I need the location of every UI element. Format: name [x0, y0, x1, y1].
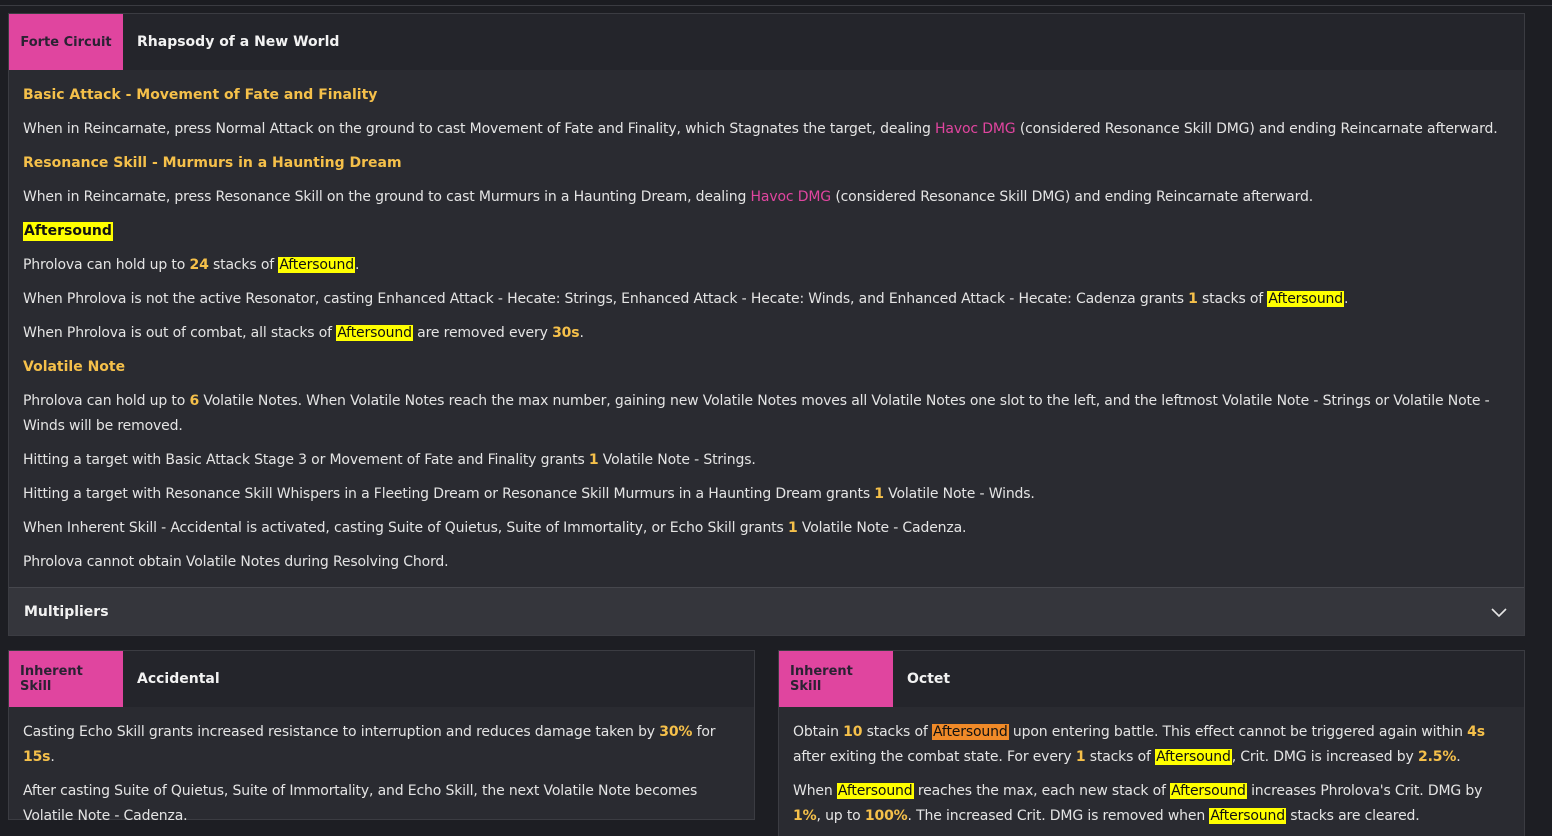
- aftersound-desc-2: When Phrolova is not the active Resonato…: [23, 291, 1349, 307]
- accidental-card-body: Casting Echo Skill grants increased resi…: [9, 707, 754, 829]
- octet-desc-1: Obtain 10 stacks of Aftersound upon ente…: [793, 724, 1485, 765]
- multipliers-label: Multipliers: [24, 603, 109, 620]
- volatile-note-heading: Volatile Note: [23, 359, 126, 375]
- chevron-down-icon[interactable]: [1490, 603, 1508, 621]
- top-divider: [0, 0, 1552, 6]
- forte-circuit-card: Forte Circuit Rhapsody of a New World Ba…: [8, 13, 1525, 636]
- aftersound-term: Aftersound: [336, 325, 413, 341]
- aftersound-heading: Aftersound: [23, 222, 113, 241]
- octet-card-title: Octet: [907, 671, 951, 687]
- accidental-card-header: Inherent Skill Accidental: [9, 651, 754, 707]
- forte-card-header: Forte Circuit Rhapsody of a New World: [9, 14, 1524, 70]
- octet-desc-2: When Aftersound reaches the max, each ne…: [793, 783, 1483, 824]
- forte-card-body: Basic Attack - Movement of Fate and Fina…: [9, 70, 1524, 575]
- volatile-note-desc-2: Hitting a target with Basic Attack Stage…: [23, 452, 756, 468]
- multipliers-accordion[interactable]: Multipliers: [9, 587, 1524, 635]
- forte-circuit-tag[interactable]: Forte Circuit: [9, 14, 123, 70]
- aftersound-term: Aftersound: [1267, 291, 1345, 307]
- octet-card-header: Inherent Skill Octet: [779, 651, 1524, 707]
- accidental-desc-1: Casting Echo Skill grants increased resi…: [23, 724, 716, 765]
- accidental-desc-2: After casting Suite of Quietus, Suite of…: [23, 783, 698, 824]
- aftersound-term: Aftersound: [1170, 783, 1247, 799]
- aftersound-term: Aftersound: [1209, 808, 1286, 824]
- accidental-card-title: Accidental: [137, 671, 220, 687]
- havoc-dmg-term: Havoc DMG: [935, 121, 1016, 137]
- inherent-skill-tag[interactable]: Inherent Skill: [779, 651, 893, 707]
- resonance-skill-heading: Resonance Skill - Murmurs in a Haunting …: [23, 155, 402, 171]
- octet-card-body: Obtain 10 stacks of Aftersound upon ente…: [779, 707, 1524, 829]
- aftersound-desc-1: Phrolova can hold up to 24 stacks of Aft…: [23, 257, 360, 273]
- volatile-note-desc-4: When Inherent Skill - Accidental is acti…: [23, 520, 967, 536]
- inherent-skill-tag[interactable]: Inherent Skill: [9, 651, 123, 707]
- havoc-dmg-term: Havoc DMG: [750, 189, 832, 205]
- resonance-skill-desc: When in Reincarnate, press Resonance Ski…: [23, 189, 1314, 205]
- basic-attack-heading: Basic Attack - Movement of Fate and Fina…: [23, 87, 378, 103]
- forte-card-title: Rhapsody of a New World: [137, 34, 340, 50]
- basic-attack-desc: When in Reincarnate, press Normal Attack…: [23, 121, 1498, 137]
- volatile-note-desc-5: Phrolova cannot obtain Volatile Notes du…: [23, 554, 449, 570]
- octet-card: Inherent Skill Octet Obtain 10 stacks of…: [778, 650, 1525, 836]
- volatile-note-desc-3: Hitting a target with Resonance Skill Wh…: [23, 486, 1035, 502]
- aftersound-term: Aftersound: [836, 783, 914, 799]
- aftersound-term: Aftersound: [1155, 749, 1232, 765]
- volatile-note-desc-1: Phrolova can hold up to 6 Volatile Notes…: [23, 393, 1490, 434]
- aftersound-desc-3: When Phrolova is out of combat, all stac…: [23, 325, 584, 341]
- accidental-card: Inherent Skill Accidental Casting Echo S…: [8, 650, 755, 824]
- aftersound-term: Aftersound: [931, 724, 1009, 740]
- aftersound-term: Aftersound: [278, 257, 355, 273]
